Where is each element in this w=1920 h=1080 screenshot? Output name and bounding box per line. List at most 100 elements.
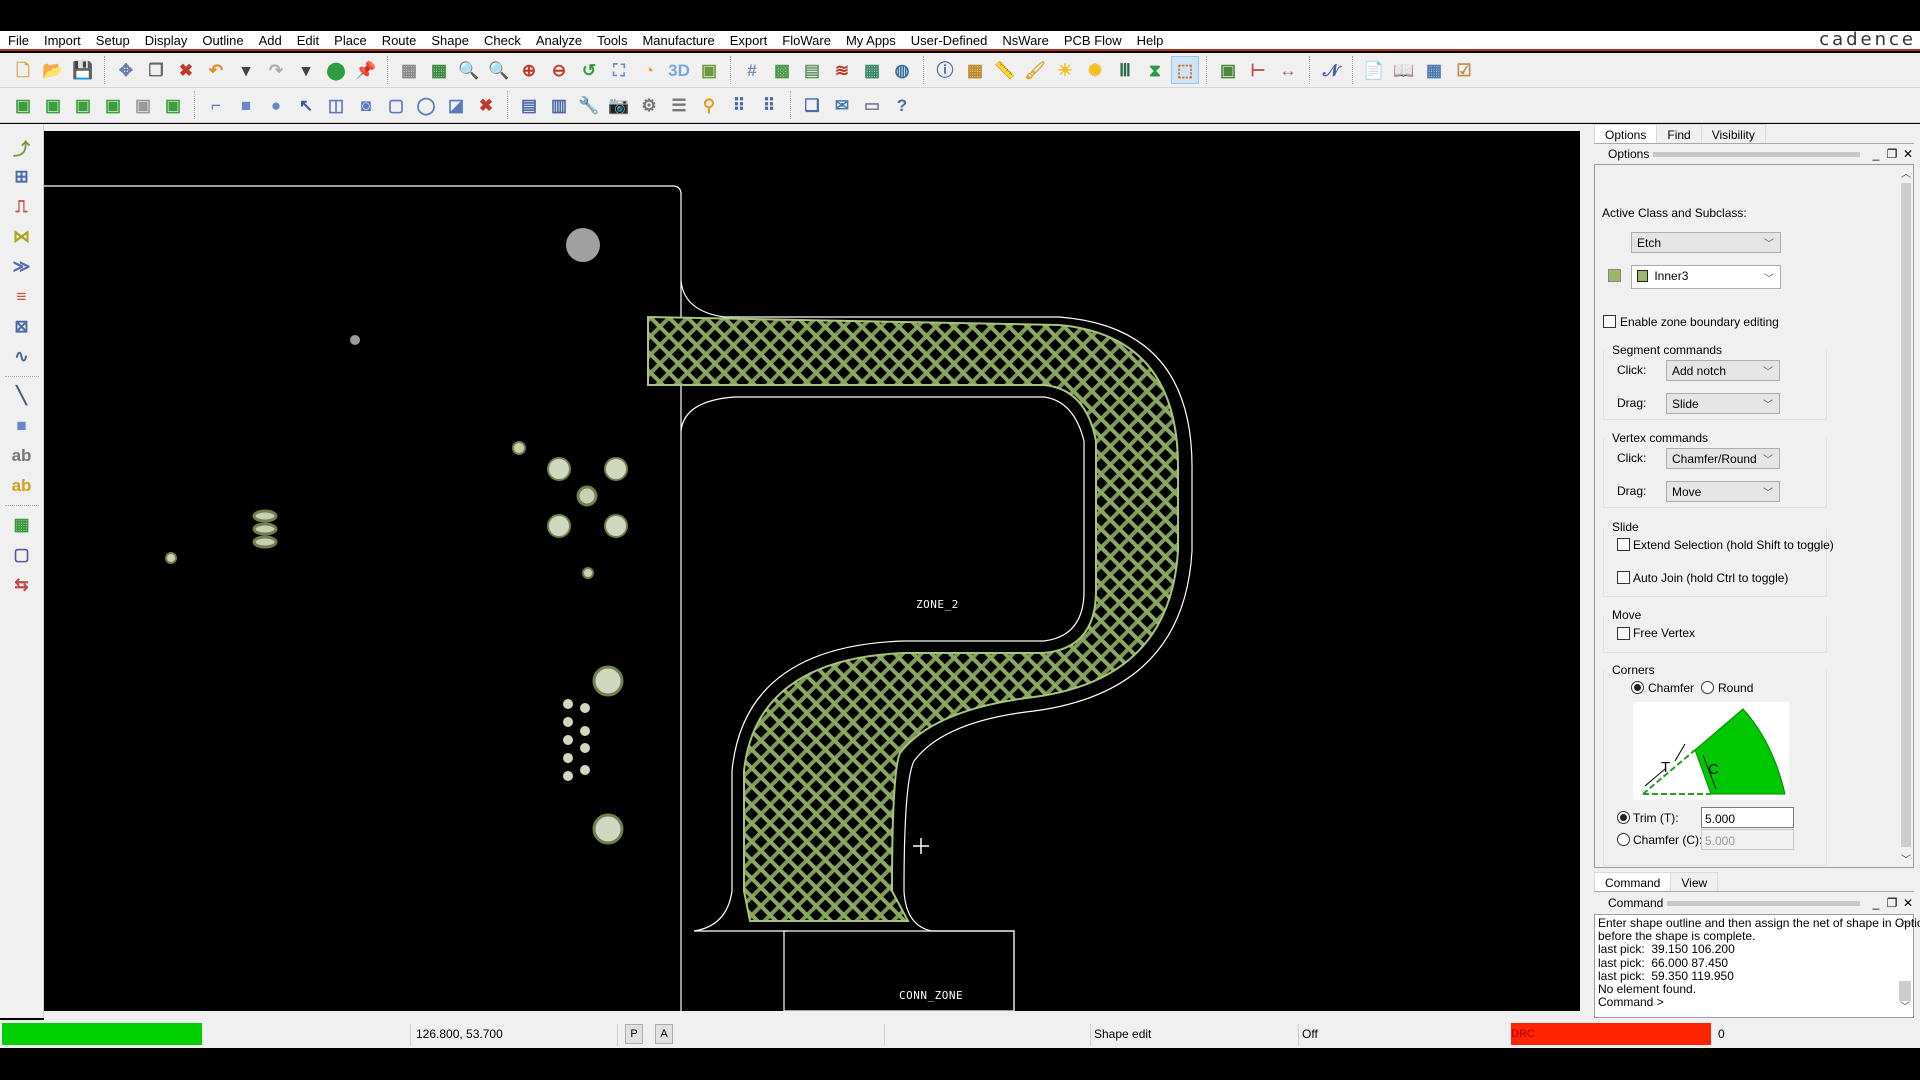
layer-bottom-button[interactable]: ▣ (99, 91, 127, 119)
scroll-down-icon[interactable]: ﹀ (1897, 1001, 1913, 1017)
save-button[interactable]: 💾 (69, 56, 97, 84)
redo-dropdown-button[interactable]: ▾ (292, 56, 320, 84)
menu-manufacture[interactable]: Manufacture (634, 33, 721, 48)
edit-boundary-button[interactable]: ▢ (382, 91, 410, 119)
zoom-world-button[interactable]: ⛶ (605, 56, 633, 84)
odb-button[interactable]: ▤ (515, 91, 543, 119)
menu-add[interactable]: Add (251, 33, 289, 48)
zoom-out-button[interactable]: ⊖ (545, 56, 573, 84)
hourglass-button[interactable]: ⧗ (1141, 56, 1169, 84)
menu-check[interactable]: Check (476, 33, 528, 48)
testprep-button[interactable]: ⚲ (695, 91, 723, 119)
add-connect-button[interactable]: ⤴ (7, 132, 37, 162)
float-icon[interactable]: ❐ (1884, 147, 1900, 161)
report-button[interactable]: 📄 (1360, 56, 1388, 84)
vertex-drag-select[interactable]: Move ﹀ (1666, 481, 1780, 502)
minimize-icon[interactable]: _ (1868, 896, 1884, 910)
zoom-points-button[interactable]: 🔍 (455, 56, 483, 84)
undo-button[interactable]: ↶ (202, 56, 230, 84)
menu-route[interactable]: Route (374, 33, 424, 48)
new-file-button[interactable]: 🗋 (9, 56, 37, 84)
layer-priority-button[interactable]: ▤ (798, 56, 826, 84)
pad-array-button[interactable]: ⠿ (725, 91, 753, 119)
menu-help[interactable]: Help (1129, 33, 1171, 48)
window-cascade-button[interactable]: ❏ (798, 91, 826, 119)
layer-inner2-button[interactable]: ▣ (69, 91, 97, 119)
3d-view-button[interactable]: 3D (665, 56, 693, 84)
zoom-in-button[interactable]: ⊕ (515, 56, 543, 84)
unrats-all-button[interactable]: ▦ (395, 56, 423, 84)
global-dynamic-button[interactable]: ◍ (888, 56, 916, 84)
a-button[interactable]: A (655, 1024, 673, 1044)
help-button[interactable]: ? (888, 91, 916, 119)
move-button[interactable]: ✥ (112, 56, 140, 84)
design-canvas[interactable]: ZONE_2 CONN_ZONE (44, 131, 1580, 1011)
redraw-button[interactable]: ◔ (635, 56, 663, 84)
chamfer-input[interactable] (1701, 829, 1794, 850)
delay-tune-button[interactable]: ⎍ (7, 192, 37, 222)
delete-islands-button[interactable]: ◯ (412, 91, 440, 119)
subclass-select[interactable]: Inner3 ﹀ (1631, 265, 1781, 289)
add-connect-diff-button[interactable]: ⋈ (7, 222, 37, 252)
trim-radio[interactable] (1617, 811, 1630, 824)
tab-options[interactable]: Options (1594, 124, 1658, 143)
menu-pcb-flow[interactable]: PCB Flow (1056, 33, 1129, 48)
menu-display[interactable]: Display (137, 33, 195, 48)
extend-selection-checkbox[interactable] (1617, 538, 1630, 551)
zoom-fit-button[interactable]: 🔍 (485, 56, 513, 84)
shape-circle-button[interactable]: ● (262, 91, 290, 119)
shape-fill-button[interactable]: ⬤ (322, 56, 350, 84)
menu-shape[interactable]: Shape (423, 33, 476, 48)
dimension-linear-button[interactable]: ↔ (1274, 56, 1302, 84)
menu-user-defined[interactable]: User-Defined (903, 33, 995, 48)
report-check-button[interactable]: ☑ (1450, 56, 1478, 84)
menu-place[interactable]: Place (326, 33, 374, 48)
tab-view[interactable]: View (1670, 872, 1719, 891)
refdes-button[interactable]: ⚙ (635, 91, 663, 119)
scrollbar-thumb[interactable] (1899, 981, 1911, 1001)
manual-void-button[interactable]: ◫ (322, 91, 350, 119)
layer-top-button[interactable]: ▣ (9, 91, 37, 119)
change-shape-type-button[interactable]: ◪ (442, 91, 470, 119)
shape-corner-button[interactable]: ⌐ (202, 91, 230, 119)
layer-inner-button[interactable]: ▣ (39, 91, 67, 119)
dehighlight-button[interactable]: ✺ (1081, 56, 1109, 84)
add-text-button[interactable]: ab (7, 441, 37, 471)
scroll-down-icon[interactable]: ﹀ (1899, 851, 1913, 867)
minimize-icon[interactable]: _ (1868, 147, 1884, 161)
edit-text-button[interactable]: ab (7, 471, 37, 501)
phase-tune-button[interactable]: ∿ (7, 342, 37, 372)
layer-copy-button[interactable]: ▣ (159, 91, 187, 119)
place-manual-button[interactable]: ▦ (7, 510, 37, 540)
round-radio[interactable] (1701, 681, 1714, 694)
dock-grip[interactable] (1653, 151, 1860, 157)
merge-shapes-button[interactable]: ✖ (472, 91, 500, 119)
bus-route-button[interactable]: ≡ (7, 282, 37, 312)
drc-indicator[interactable]: DRC (1511, 1023, 1711, 1045)
cm-button[interactable]: ▦ (858, 56, 886, 84)
add-rect-button[interactable]: ■ (7, 411, 37, 441)
options-scrollbar[interactable]: ︿ ﹀ (1899, 165, 1913, 867)
color-button[interactable]: ▩ (768, 56, 796, 84)
board-button[interactable]: ▣ (1214, 56, 1242, 84)
slide-button[interactable]: ⊞ (7, 162, 37, 192)
tab-command[interactable]: Command (1594, 872, 1672, 891)
auto-join-checkbox[interactable] (1617, 571, 1630, 584)
constraint-manager-button[interactable]: Ⅲ (1111, 56, 1139, 84)
open-folder-button[interactable]: 📂 (39, 56, 67, 84)
class-select[interactable]: Etch ﹀ (1631, 232, 1781, 253)
hatched-copper-shape[interactable] (647, 315, 1180, 922)
select-shape-button[interactable]: ↖ (292, 91, 320, 119)
chamfer-value-radio[interactable] (1617, 833, 1630, 846)
menu-floware[interactable]: FloWare (774, 33, 838, 48)
menu-outline[interactable]: Outline (194, 33, 250, 48)
void-circle-button[interactable]: ◙ (352, 91, 380, 119)
close-icon[interactable]: ✕ (1900, 147, 1916, 161)
flip-board-button[interactable]: ▣ (695, 56, 723, 84)
shape-edit-mode-button[interactable]: ⬚ (1171, 56, 1199, 84)
menu-my-apps[interactable]: My Apps (838, 33, 903, 48)
zoom-previous-button[interactable]: ↺ (575, 56, 603, 84)
fanout-button[interactable]: ≫ (7, 252, 37, 282)
close-icon[interactable]: ✕ (1900, 896, 1916, 910)
pad-array2-button[interactable]: ⠿ (755, 91, 783, 119)
